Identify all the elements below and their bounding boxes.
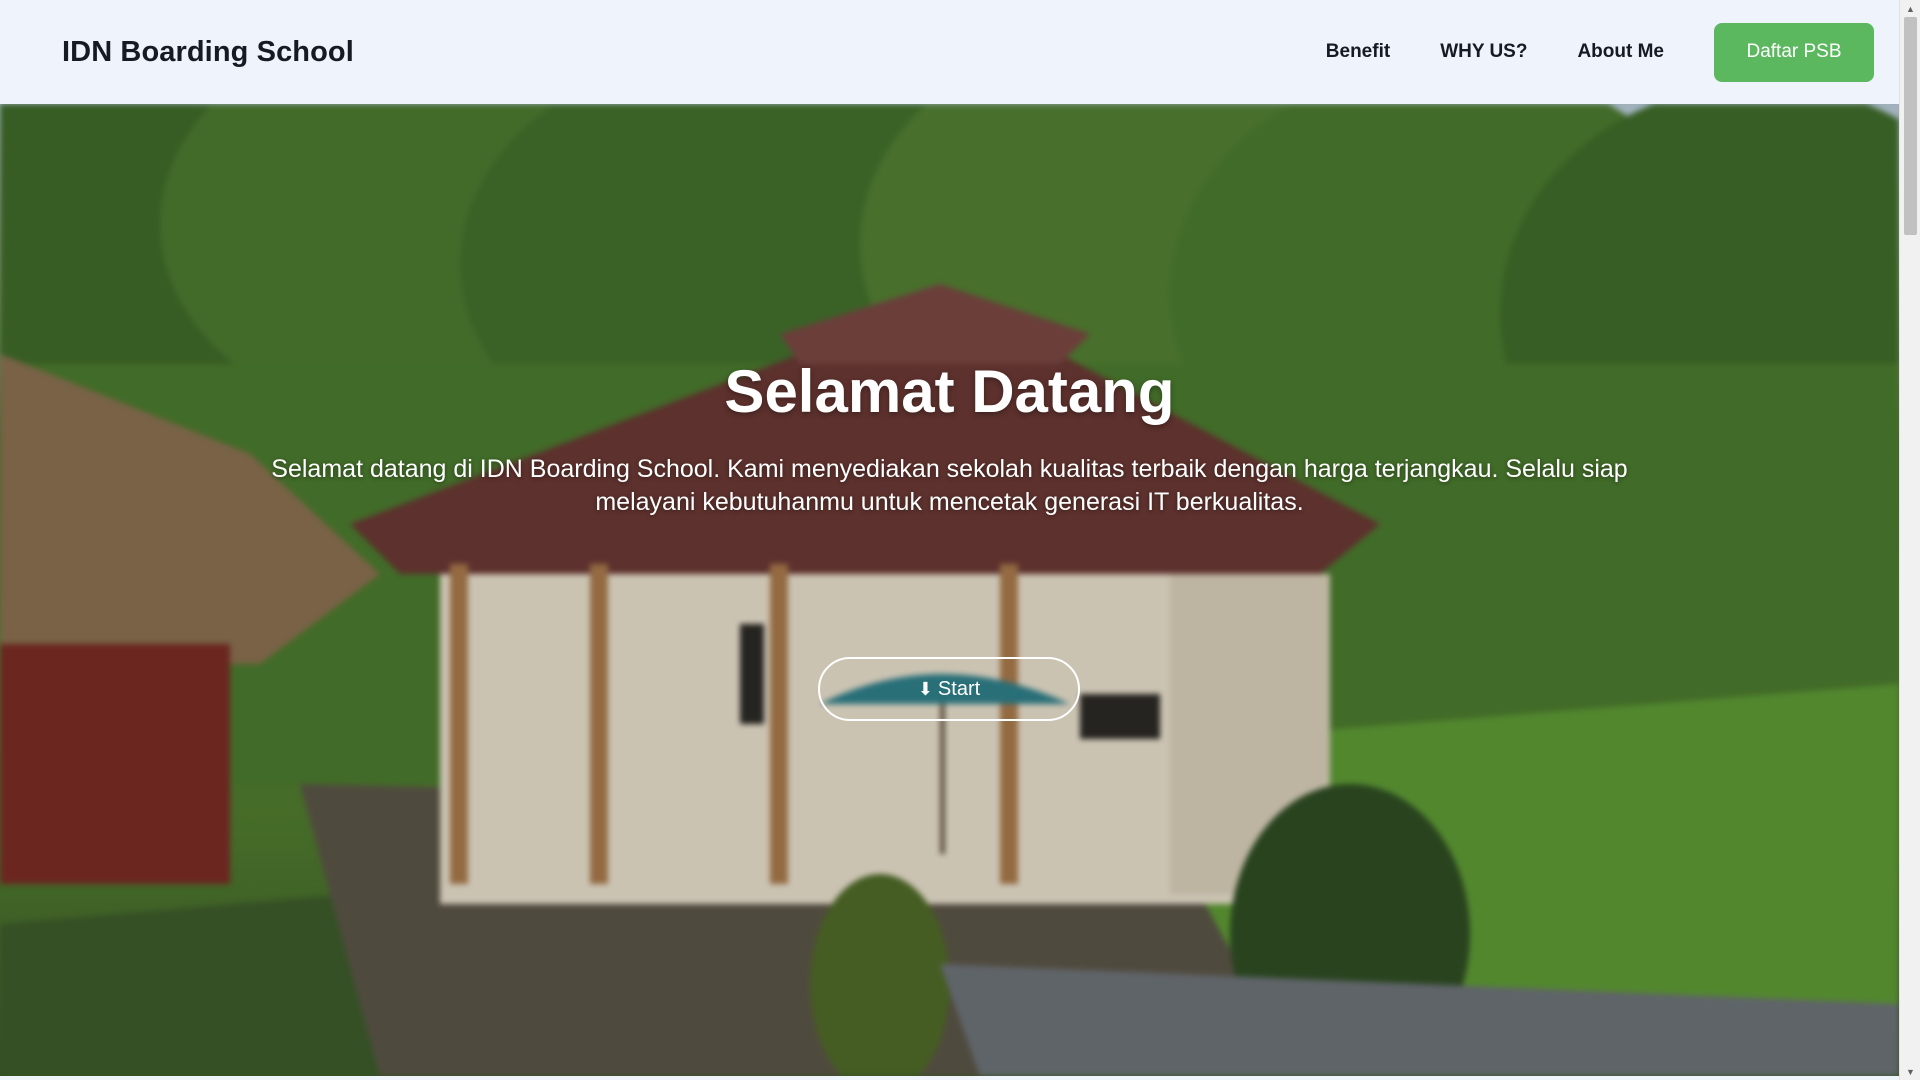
hero-title: Selamat Datang — [724, 358, 1175, 425]
main-nav: Benefit WHY US? About Me Daftar PSB — [1326, 22, 1874, 82]
brand-logo-text[interactable]: IDN Boarding School — [62, 36, 354, 69]
scroll-up-arrow-icon[interactable]: ▲ — [1900, 0, 1920, 17]
hero-content: Selamat Datang Selamat datang di IDN Boa… — [0, 359, 1899, 519]
page: IDN Boarding School Benefit WHY US? Abou… — [0, 0, 1920, 1080]
navbar: IDN Boarding School Benefit WHY US? Abou… — [0, 0, 1899, 104]
start-button-label: Start — [937, 677, 981, 700]
nav-link-about-me[interactable]: About Me — [1577, 41, 1664, 63]
nav-link-benefit[interactable]: Benefit — [1326, 41, 1390, 63]
nav-link-why-us[interactable]: WHY US? — [1440, 41, 1527, 63]
arrow-down-icon: ⬇ — [917, 678, 933, 699]
hero-section: Selamat Datang Selamat datang di IDN Boa… — [0, 104, 1899, 1076]
hero-description: Selamat datang di IDN Boarding School. K… — [271, 455, 1628, 516]
hero-overlay — [0, 104, 1899, 1076]
scroll-down-arrow-icon[interactable]: ▼ — [1900, 1063, 1920, 1080]
daftar-psb-button[interactable]: Daftar PSB — [1714, 22, 1874, 82]
start-button[interactable]: ⬇ Start — [818, 657, 1080, 721]
page-scrollbar[interactable]: ▲ ▼ — [1899, 0, 1920, 1080]
scrollbar-thumb[interactable] — [1904, 17, 1917, 235]
